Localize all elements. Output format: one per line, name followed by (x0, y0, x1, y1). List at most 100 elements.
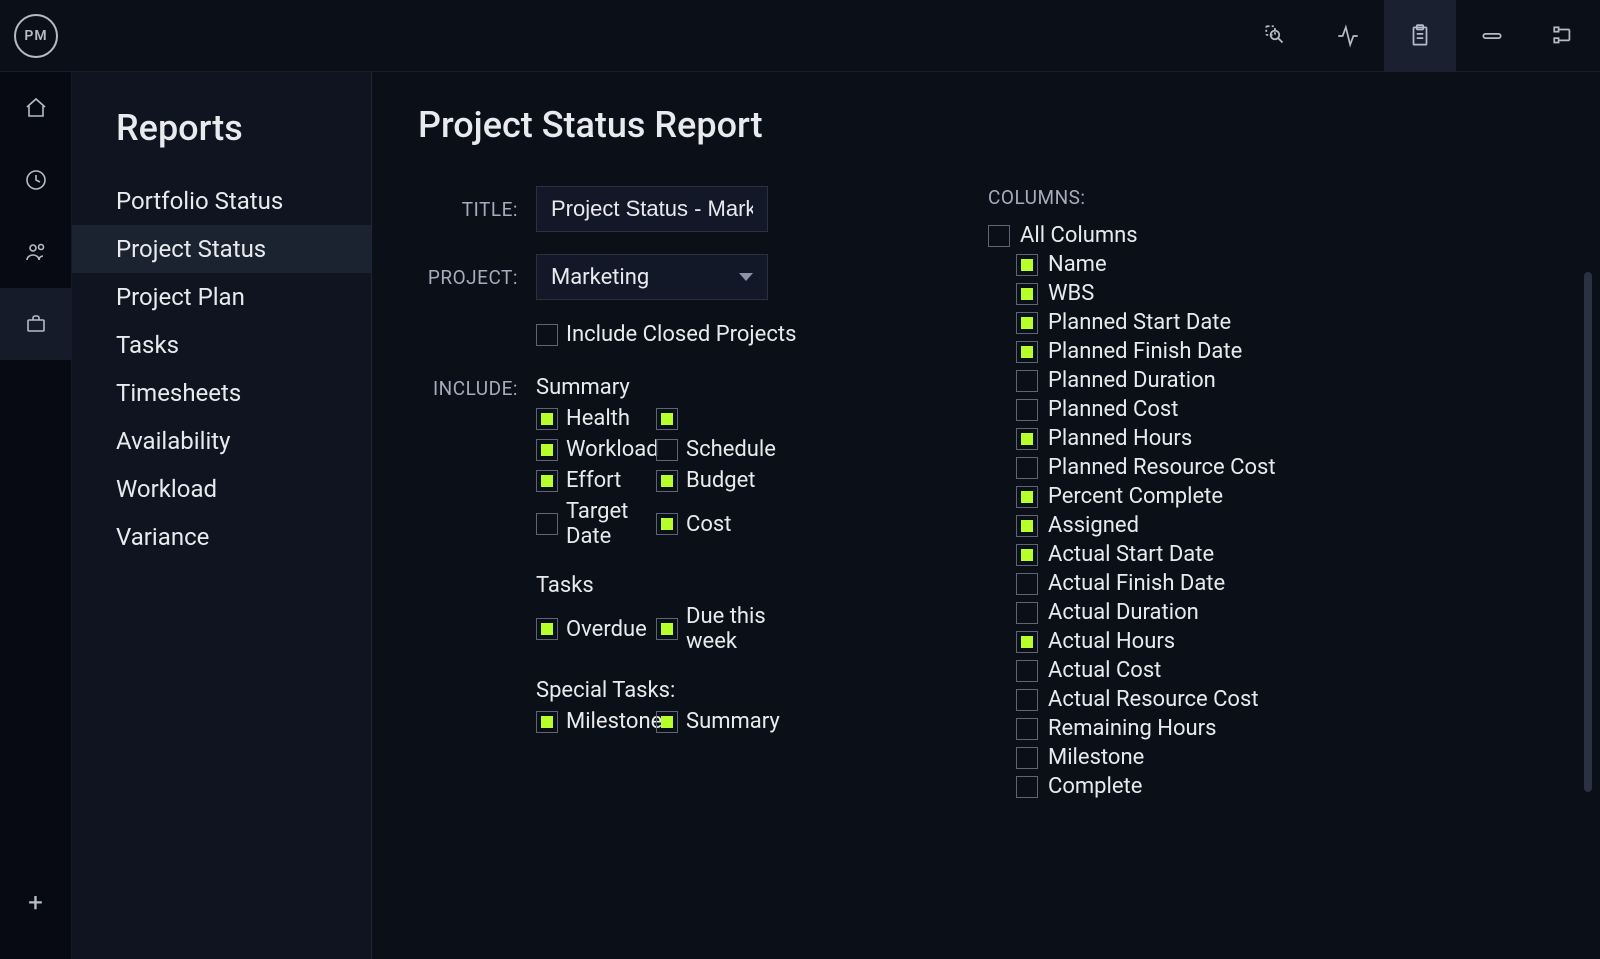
summary-header: Summary (536, 375, 928, 400)
effort-checkbox[interactable]: Effort (536, 468, 656, 493)
column-planned-resource-cost[interactable]: Planned Resource Cost (1016, 455, 1328, 480)
checkbox-box (1016, 341, 1038, 363)
main-content: Project Status Report TITLE: PROJECT: Ma… (372, 72, 1600, 959)
summary-0-1-checkbox[interactable] (656, 406, 776, 431)
add-button[interactable]: + (0, 867, 72, 939)
checkbox-box (536, 711, 558, 733)
summary-checkbox[interactable]: Summary (656, 709, 776, 734)
columns-panel: COLUMNS: All Columns Name WBS Planned Start… (988, 186, 1328, 799)
column-actual-finish-date[interactable]: Actual Finish Date (1016, 571, 1328, 596)
columns-label: COLUMNS: (988, 186, 1328, 209)
column-percent-complete[interactable]: Percent Complete (1016, 484, 1328, 509)
checkbox-box (1016, 544, 1038, 566)
app-logo-badge: PM (14, 14, 58, 58)
clipboard-icon[interactable] (1384, 0, 1456, 72)
checkbox-box (656, 513, 678, 535)
project-select[interactable]: Marketing (536, 254, 768, 300)
clock-icon[interactable] (0, 144, 72, 216)
sidebar-item-timesheets[interactable]: Timesheets (72, 369, 371, 417)
include-label: INCLUDE: (418, 375, 536, 400)
checkbox-box (1016, 457, 1038, 479)
budget-checkbox[interactable]: Budget (656, 468, 776, 493)
plus-icon: + (28, 890, 43, 916)
title-input[interactable] (536, 186, 768, 232)
checkbox-box (1016, 283, 1038, 305)
activity-icon[interactable] (1312, 0, 1384, 72)
checkbox-box (1016, 428, 1038, 450)
column-planned-cost[interactable]: Planned Cost (1016, 397, 1328, 422)
top-bar: PM (0, 0, 1600, 72)
project-label: PROJECT: (418, 266, 536, 289)
checkbox-box (1016, 399, 1038, 421)
checkbox-box (1016, 660, 1038, 682)
page-title: Project Status Report (418, 104, 1554, 146)
milestones-checkbox[interactable]: Milestones (536, 709, 656, 734)
sidebar-item-portfolio-status[interactable]: Portfolio Status (72, 177, 371, 225)
link-icon[interactable] (1456, 0, 1528, 72)
column-planned-duration[interactable]: Planned Duration (1016, 368, 1328, 393)
overdue-checkbox[interactable]: Overdue (536, 604, 656, 654)
sidebar-item-tasks[interactable]: Tasks (72, 321, 371, 369)
people-icon[interactable] (0, 216, 72, 288)
checkbox-box (656, 470, 678, 492)
tasks-tree-icon[interactable] (1528, 0, 1600, 72)
target-date-checkbox[interactable]: Target Date (536, 499, 656, 549)
checkbox-box (656, 711, 678, 733)
app-logo[interactable]: PM (0, 0, 72, 72)
column-actual-cost[interactable]: Actual Cost (1016, 658, 1328, 683)
checkbox-box (536, 408, 558, 430)
column-planned-start-date[interactable]: Planned Start Date (1016, 310, 1328, 335)
home-icon[interactable] (0, 72, 72, 144)
sidebar-item-project-status[interactable]: Project Status (72, 225, 371, 273)
column-actual-resource-cost[interactable]: Actual Resource Cost (1016, 687, 1328, 712)
workload-checkbox[interactable]: Workload (536, 437, 656, 462)
left-rail: + (0, 72, 72, 959)
title-label: TITLE: (418, 198, 536, 221)
column-name[interactable]: Name (1016, 252, 1328, 277)
checkbox-box (988, 225, 1010, 247)
project-value: Marketing (551, 265, 649, 290)
chevron-down-icon (739, 273, 753, 281)
due-this-week-checkbox[interactable]: Due this week (656, 604, 776, 654)
scrollbar-thumb[interactable] (1584, 272, 1592, 792)
reports-sidebar: Reports Portfolio StatusProject StatusPr… (72, 72, 372, 959)
top-toolbar (1240, 0, 1600, 72)
column-assigned[interactable]: Assigned (1016, 513, 1328, 538)
checkbox-box (1016, 718, 1038, 740)
column-planned-finish-date[interactable]: Planned Finish Date (1016, 339, 1328, 364)
search-zoom-icon[interactable] (1240, 0, 1312, 72)
column-actual-duration[interactable]: Actual Duration (1016, 600, 1328, 625)
checkbox-box (536, 513, 558, 535)
sidebar-item-variance[interactable]: Variance (72, 513, 371, 561)
column-all[interactable]: All Columns (988, 223, 1328, 248)
checkbox-box (1016, 573, 1038, 595)
sidebar-title: Reports (116, 107, 371, 149)
checkbox-box (1016, 486, 1038, 508)
column-actual-hours[interactable]: Actual Hours (1016, 629, 1328, 654)
schedule-checkbox[interactable]: Schedule (656, 437, 776, 462)
checkbox-box (1016, 689, 1038, 711)
sidebar-item-availability[interactable]: Availability (72, 417, 371, 465)
special-header: Special Tasks: (536, 678, 928, 703)
checkbox-box (1016, 515, 1038, 537)
column-remaining-hours[interactable]: Remaining Hours (1016, 716, 1328, 741)
column-planned-hours[interactable]: Planned Hours (1016, 426, 1328, 451)
checkbox-box (1016, 602, 1038, 624)
column-complete[interactable]: Complete (1016, 774, 1328, 799)
column-milestone[interactable]: Milestone (1016, 745, 1328, 770)
sidebar-item-workload[interactable]: Workload (72, 465, 371, 513)
checkbox-box (1016, 254, 1038, 276)
column-actual-start-date[interactable]: Actual Start Date (1016, 542, 1328, 567)
sidebar-item-project-plan[interactable]: Project Plan (72, 273, 371, 321)
checkbox-box (536, 439, 558, 461)
briefcase-icon[interactable] (0, 288, 72, 360)
checkbox-box (656, 408, 678, 430)
checkbox-box (1016, 747, 1038, 769)
cost-checkbox[interactable]: Cost (656, 499, 776, 549)
checkbox-box (656, 439, 678, 461)
health-checkbox[interactable]: Health (536, 406, 656, 431)
include-closed-checkbox[interactable]: Include Closed Projects (536, 322, 796, 347)
checkbox-box (536, 470, 558, 492)
column-wbs[interactable]: WBS (1016, 281, 1328, 306)
checkbox-box (1016, 370, 1038, 392)
